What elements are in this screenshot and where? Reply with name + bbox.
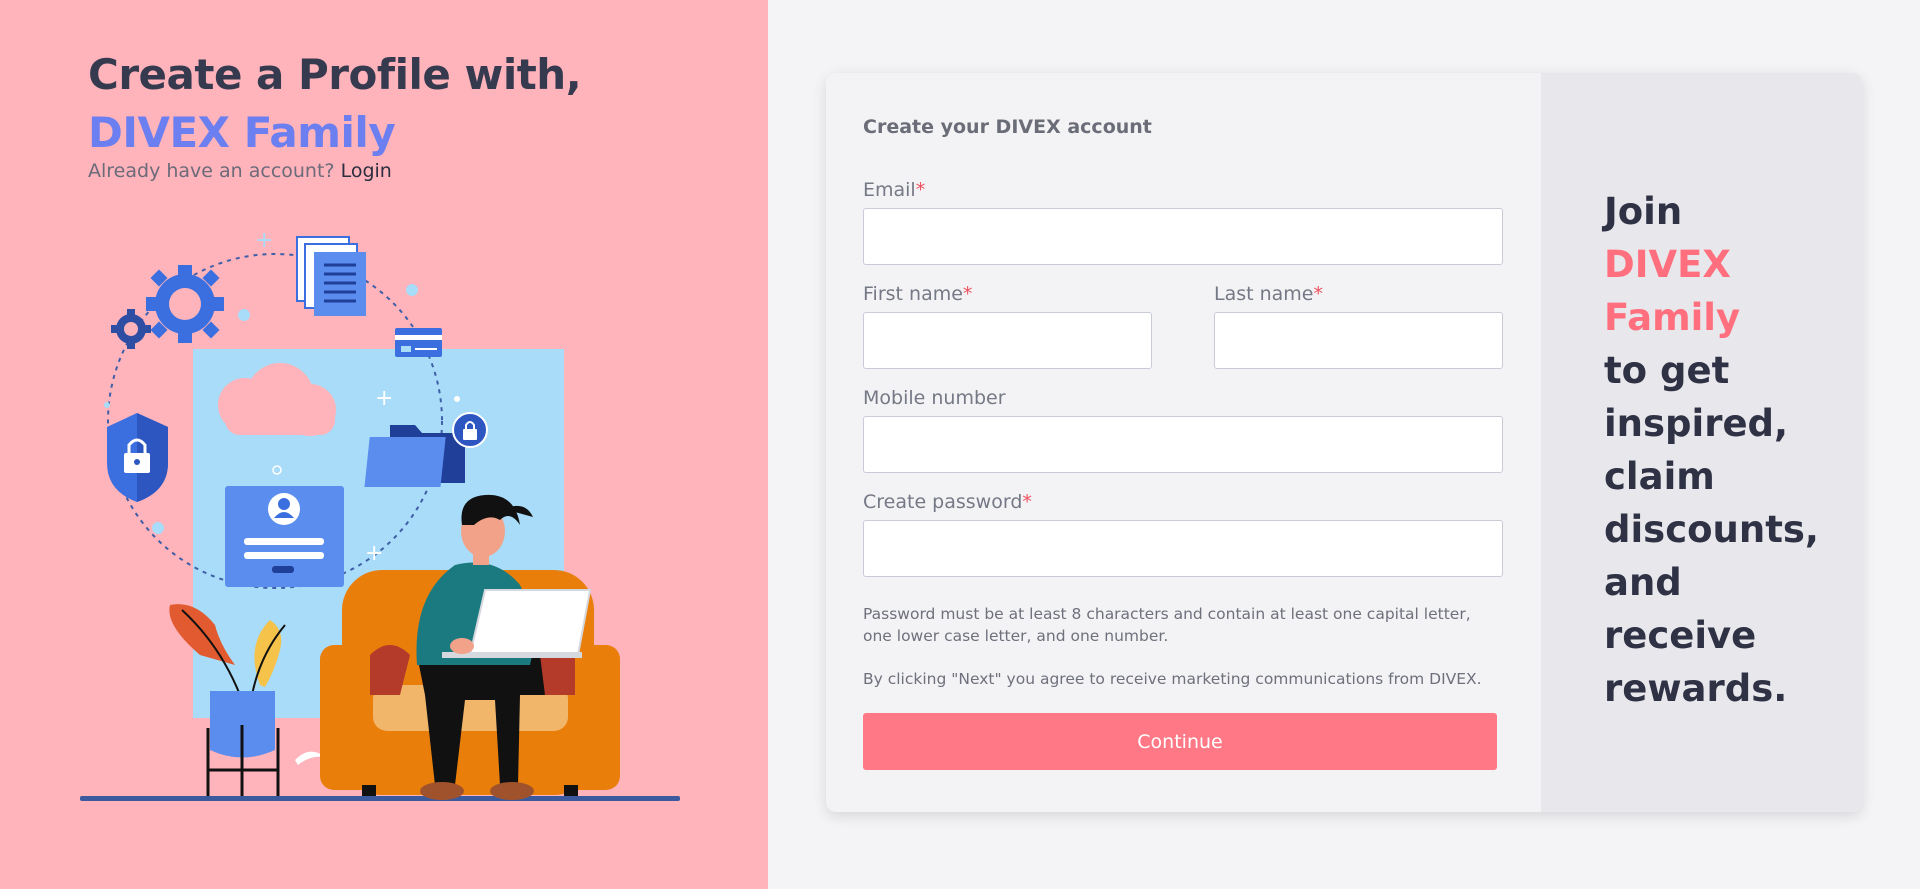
first-name-label-text: First name xyxy=(863,283,963,305)
continue-button[interactable]: Continue xyxy=(863,713,1497,770)
shield-lock-icon xyxy=(107,413,168,502)
promo-join: Join xyxy=(1604,190,1683,233)
last-name-field[interactable] xyxy=(1214,312,1503,369)
password-label: Create password* xyxy=(863,491,1032,513)
first-name-label: First name* xyxy=(863,283,972,305)
password-hint: Password must be at least 8 characters a… xyxy=(863,605,1471,645)
promo-line: claim xyxy=(1604,455,1715,498)
promo-line: rewards. xyxy=(1604,667,1788,710)
hero-title-text: Create a Profile with, xyxy=(88,50,582,99)
email-label-text: Email xyxy=(863,179,916,201)
promo-line: to get xyxy=(1604,349,1730,392)
svg-text:+: + xyxy=(365,541,383,566)
card-icon xyxy=(395,328,442,357)
email-label: Email* xyxy=(863,179,925,201)
signup-card: Create your DIVEX account Email* First n… xyxy=(826,73,1862,812)
last-name-label-text: Last name xyxy=(1214,283,1314,305)
login-prompt-text: Already have an account? xyxy=(88,160,335,182)
hero-title: Create a Profile with, DIVEX Family xyxy=(88,46,582,162)
required-mark: * xyxy=(1313,283,1324,305)
hero-illustration: + + + xyxy=(80,228,680,801)
mobile-field[interactable] xyxy=(863,416,1503,473)
promo-brand-line2: Family xyxy=(1604,296,1741,339)
consent-text: By clicking "Next" you agree to receive … xyxy=(863,670,1482,688)
hero-brand: DIVEX Family xyxy=(88,108,396,157)
login-link[interactable]: Login xyxy=(341,160,392,182)
promo-brand-line1: DIVEX xyxy=(1604,243,1731,286)
last-name-label: Last name* xyxy=(1214,283,1323,305)
gear-icon xyxy=(146,265,224,343)
password-label-text: Create password xyxy=(863,491,1023,513)
floor-line xyxy=(80,796,680,801)
first-name-field[interactable] xyxy=(863,312,1152,369)
svg-text:+: + xyxy=(255,228,273,253)
required-mark: * xyxy=(962,283,973,305)
svg-text:+: + xyxy=(375,386,393,411)
promo-text: Join DIVEX Family to get inspired, claim… xyxy=(1604,185,1819,715)
user-login-icon xyxy=(225,486,344,587)
login-prompt: Already have an account? Login xyxy=(88,160,392,182)
mobile-label-text: Mobile number xyxy=(863,387,1006,409)
mobile-label: Mobile number xyxy=(863,387,1006,409)
gear-small-icon xyxy=(111,309,151,349)
promo-line: and xyxy=(1604,561,1682,604)
promo-line: discounts, xyxy=(1604,508,1819,551)
password-field[interactable] xyxy=(863,520,1503,577)
required-mark: * xyxy=(915,179,926,201)
hero-panel: Create a Profile with, DIVEX Family Alre… xyxy=(0,0,768,889)
required-mark: * xyxy=(1022,491,1032,513)
document-icon xyxy=(296,236,366,316)
promo-line: inspired, xyxy=(1604,402,1789,445)
promo-line: receive xyxy=(1604,614,1757,657)
email-field[interactable] xyxy=(863,208,1503,265)
form-title: Create your DIVEX account xyxy=(863,116,1152,138)
